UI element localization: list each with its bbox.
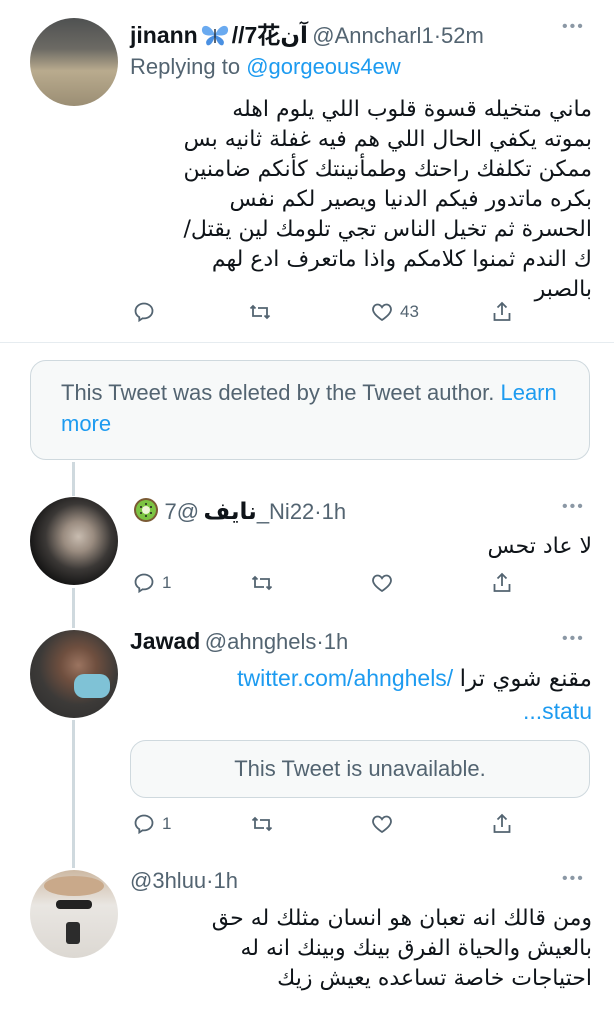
unavailable-text: This Tweet is unavailable. — [234, 756, 486, 781]
handle[interactable]: @Anncharl1 — [312, 23, 433, 48]
avatar[interactable] — [30, 18, 118, 106]
display-name[interactable]: Jawad — [130, 628, 200, 654]
retweet-button[interactable] — [250, 812, 274, 836]
sunglasses-shape — [56, 900, 92, 909]
like-button[interactable] — [370, 812, 394, 836]
thread-line — [72, 720, 75, 868]
like-count: 43 — [400, 302, 419, 321]
tweet-header: @3hluu·1h — [130, 868, 238, 894]
tweet-text: ومن قالك انه تعبان هو انسان مثلك له حق ب… — [211, 906, 592, 991]
dot-separator: · — [433, 23, 442, 48]
retweet-icon — [249, 304, 271, 320]
avatar[interactable] — [30, 497, 118, 585]
face-mask-shape — [74, 674, 110, 698]
tweet-header: نايف @7_Ni22·1h — [132, 496, 346, 529]
replying-to: Replying to @gorgeous4ew — [130, 54, 401, 80]
unavailable-tweet-card: This Tweet is unavailable. — [130, 740, 590, 798]
heart-icon — [372, 815, 392, 834]
share-icon — [493, 572, 511, 592]
reply-button[interactable] — [132, 300, 156, 324]
timestamp[interactable]: 1h — [214, 868, 238, 893]
tweet-text: ماني متخيله قسوة قلوب اللي يلوم اهله بمو… — [183, 97, 592, 302]
tweet-header: Jawad @ahnghels·1h — [130, 628, 348, 655]
butterfly-emoji-icon — [200, 23, 230, 52]
retweet-icon — [251, 816, 273, 832]
share-button[interactable] — [490, 812, 514, 836]
display-name-suffix: //7花آن — [231, 22, 308, 48]
tweet-header: jinann //7花آن @Anncharl1·52m — [130, 16, 484, 52]
retweet-button[interactable] — [250, 571, 274, 595]
more-options-icon[interactable]: ••• — [562, 18, 585, 36]
thread-line — [72, 462, 75, 496]
tweet-text: لا عاد تحس — [487, 534, 592, 559]
like-button[interactable]: 43 — [370, 300, 419, 324]
handle[interactable]: @ahnghels — [205, 629, 317, 654]
more-options-icon[interactable]: ••• — [562, 498, 585, 516]
heart-icon — [372, 303, 392, 322]
avatar[interactable] — [30, 630, 118, 718]
timestamp[interactable]: 52m — [441, 23, 484, 48]
more-options-icon[interactable]: ••• — [562, 630, 585, 648]
reply-button[interactable]: 1 — [132, 812, 171, 836]
replying-label: Replying to — [130, 54, 241, 79]
share-button[interactable] — [490, 300, 514, 324]
reply-icon — [134, 814, 154, 835]
share-button[interactable] — [490, 571, 514, 595]
display-name[interactable]: jinann — [130, 22, 198, 48]
hat-shape — [44, 876, 104, 896]
kiwi-emoji-icon — [132, 496, 160, 529]
tweet-text: مقنع شوي ترا — [459, 666, 592, 692]
tweet-link[interactable]: twitter.com/ahnghels/ — [237, 665, 453, 691]
share-icon — [493, 301, 511, 321]
retweet-button[interactable] — [248, 300, 272, 324]
heart-icon — [372, 574, 392, 593]
like-button[interactable] — [370, 571, 394, 595]
retweet-icon — [251, 575, 273, 591]
timestamp[interactable]: 1h — [322, 499, 346, 524]
tweet-text-block: twitter.com/ahnghels/ مقنع شوي ترا ...st… — [200, 662, 592, 727]
handle[interactable]: @3hluu — [130, 868, 206, 893]
reply-count: 1 — [162, 814, 172, 833]
reply-count: 1 — [162, 573, 172, 592]
reply-icon — [134, 573, 154, 594]
phone-shape — [66, 922, 80, 944]
share-icon — [493, 813, 511, 833]
deleted-tweet-card: This Tweet was deleted by the Tweet auth… — [30, 360, 590, 460]
tweet-link-continued[interactable]: ...statu — [523, 698, 592, 724]
dot-separator: · — [314, 499, 322, 524]
avatar[interactable] — [30, 870, 118, 958]
divider — [0, 342, 614, 343]
display-name[interactable]: نايف — [204, 499, 257, 525]
dot-separator: · — [316, 629, 324, 654]
dot-separator: · — [206, 868, 214, 893]
replying-to-link[interactable]: @gorgeous4ew — [246, 54, 400, 79]
thread-line — [72, 588, 75, 628]
reply-icon — [134, 302, 154, 323]
more-options-icon[interactable]: ••• — [562, 870, 585, 888]
timestamp[interactable]: 1h — [324, 629, 348, 654]
reply-button[interactable]: 1 — [132, 571, 171, 595]
deleted-tweet-text: This Tweet was deleted by the Tweet auth… — [61, 380, 495, 405]
